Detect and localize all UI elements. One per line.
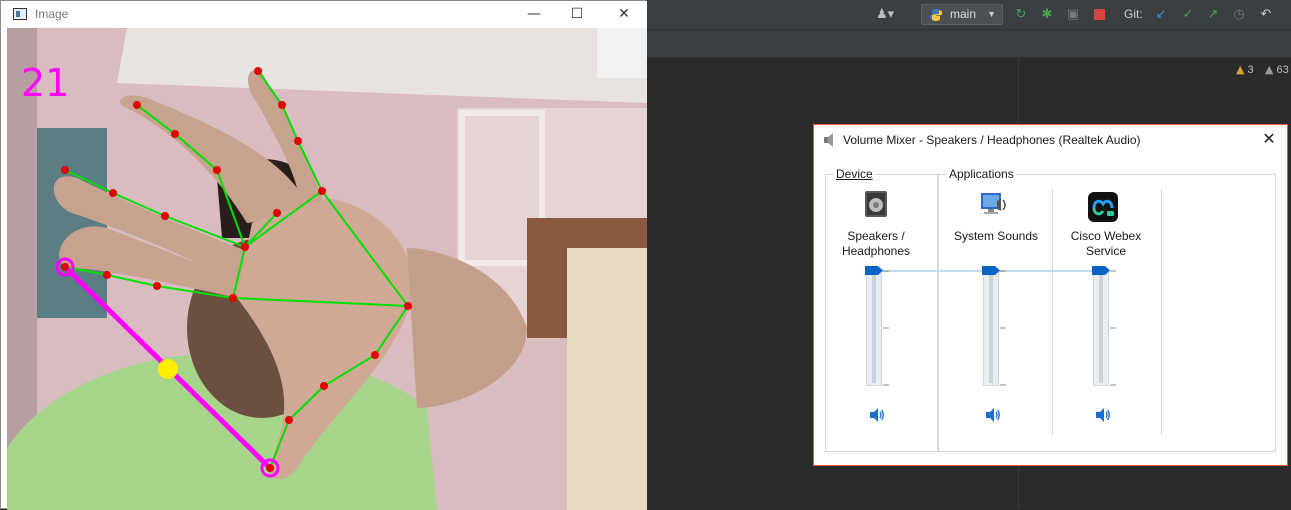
channel-name-system-sounds: System Sounds [953, 229, 1039, 243]
system-sounds-icon[interactable] [979, 189, 1009, 219]
webex-icon[interactable] [1088, 192, 1118, 222]
editor-tab-strip [646, 30, 1291, 58]
camera-feed: 21 [7, 28, 647, 510]
pinch-midpoint [158, 359, 178, 379]
close-button[interactable]: ✕ [1259, 128, 1279, 150]
warning-count-value: 3 [1247, 64, 1254, 76]
git-update-icon[interactable]: ↙ [1153, 7, 1169, 23]
volume-slider-webex[interactable] [1093, 270, 1109, 386]
image-window-title: Image [35, 7, 69, 21]
image-window: Image — ☐ ✕ 21 [0, 0, 647, 510]
slider-ticks [1110, 270, 1116, 386]
image-window-titlebar[interactable]: Image — ☐ ✕ [1, 1, 647, 28]
branch-selector[interactable]: main ▼ [921, 4, 1003, 25]
git-push-icon[interactable]: ↗ [1205, 7, 1221, 23]
rollback-icon[interactable]: ↶ [1258, 7, 1274, 23]
mute-button-webex[interactable] [1095, 407, 1111, 423]
rerun-icon[interactable]: ↻ [1013, 7, 1029, 23]
weak-warning-count-value: 63 [1276, 64, 1289, 76]
warning-count[interactable]: ▲ 3 [1236, 63, 1254, 76]
volume-slider-system-sounds[interactable] [983, 270, 999, 386]
weak-warning-icon: ▲ [1265, 63, 1274, 76]
slider-ticks [883, 270, 889, 386]
slider-thumb-speakers[interactable] [865, 266, 883, 275]
user-icon[interactable]: ♟▾ [876, 7, 894, 23]
mute-button-system-sounds[interactable] [985, 407, 1001, 423]
git-commit-icon[interactable]: ✓ [1180, 7, 1196, 23]
close-button[interactable]: ✕ [601, 1, 647, 28]
chevron-down-icon: ▼ [987, 9, 996, 19]
debug-icon[interactable]: ✱ [1039, 7, 1055, 23]
branch-label: main [950, 7, 977, 21]
slider-thumb-webex[interactable] [1092, 266, 1110, 275]
channel-name-webex: Cisco Webex Service [1070, 229, 1142, 258]
volume-slider-speakers[interactable] [866, 270, 882, 386]
warning-icon: ▲ [1236, 63, 1245, 76]
device-group-label: Device [834, 167, 875, 181]
applications-group-label: Applications [947, 167, 1016, 181]
maximize-button[interactable]: ☐ [554, 1, 600, 28]
slider-thumb-system-sounds[interactable] [982, 266, 1000, 275]
weak-warning-count[interactable]: ▲ 63 [1265, 63, 1289, 76]
channel-separator [1052, 189, 1053, 435]
mixer-title: Volume Mixer - Speakers / Headphones (Re… [843, 133, 1141, 147]
finger-count-label: 21 [21, 61, 69, 105]
git-label: Git: [1124, 7, 1143, 21]
coverage-icon[interactable]: ▣ [1065, 7, 1081, 23]
slider-ticks [1000, 270, 1006, 386]
speaker-icon [824, 133, 833, 147]
python-icon [929, 9, 943, 21]
app-window-icon [13, 8, 27, 20]
channel-separator [1161, 189, 1162, 435]
stop-icon[interactable] [1091, 7, 1107, 23]
history-icon[interactable]: ◷ [1231, 7, 1247, 23]
channel-name-speakers: Speakers / Headphones [841, 229, 911, 258]
mute-button-speakers[interactable] [869, 407, 885, 423]
minimize-button[interactable]: — [511, 1, 557, 28]
speaker-device-icon[interactable] [862, 189, 892, 219]
